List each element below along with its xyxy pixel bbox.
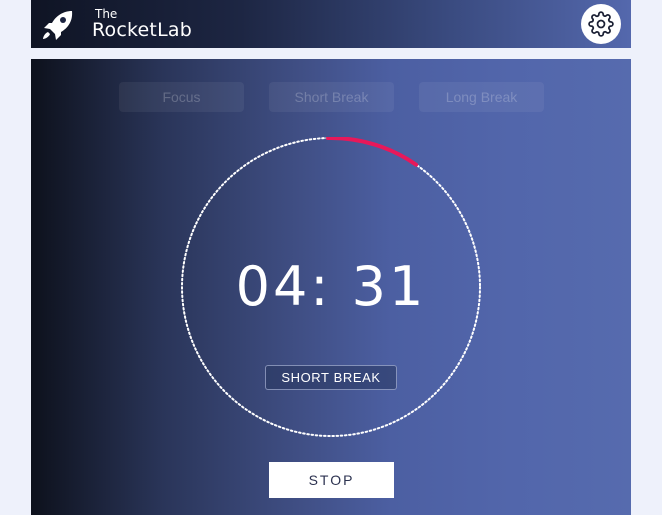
- app-header: The RocketLab: [31, 0, 631, 48]
- tab-long-break[interactable]: Long Break: [419, 82, 544, 112]
- tab-focus[interactable]: Focus: [119, 82, 244, 112]
- brand-name: RocketLab: [92, 19, 192, 41]
- stop-button[interactable]: STOP: [269, 462, 394, 498]
- gear-icon: [588, 11, 614, 37]
- mode-tabs: Focus Short Break Long Break: [31, 82, 631, 112]
- timer-progress-arc: [326, 137, 419, 167]
- rocket-icon: [43, 11, 73, 40]
- settings-button[interactable]: [581, 4, 621, 44]
- tab-short-break[interactable]: Short Break: [269, 82, 394, 112]
- timer-panel: Focus Short Break Long Break 04: 31 SHOR…: [31, 59, 631, 515]
- mode-badge: SHORT BREAK: [265, 365, 397, 390]
- timer-display: 04: 31: [235, 255, 427, 318]
